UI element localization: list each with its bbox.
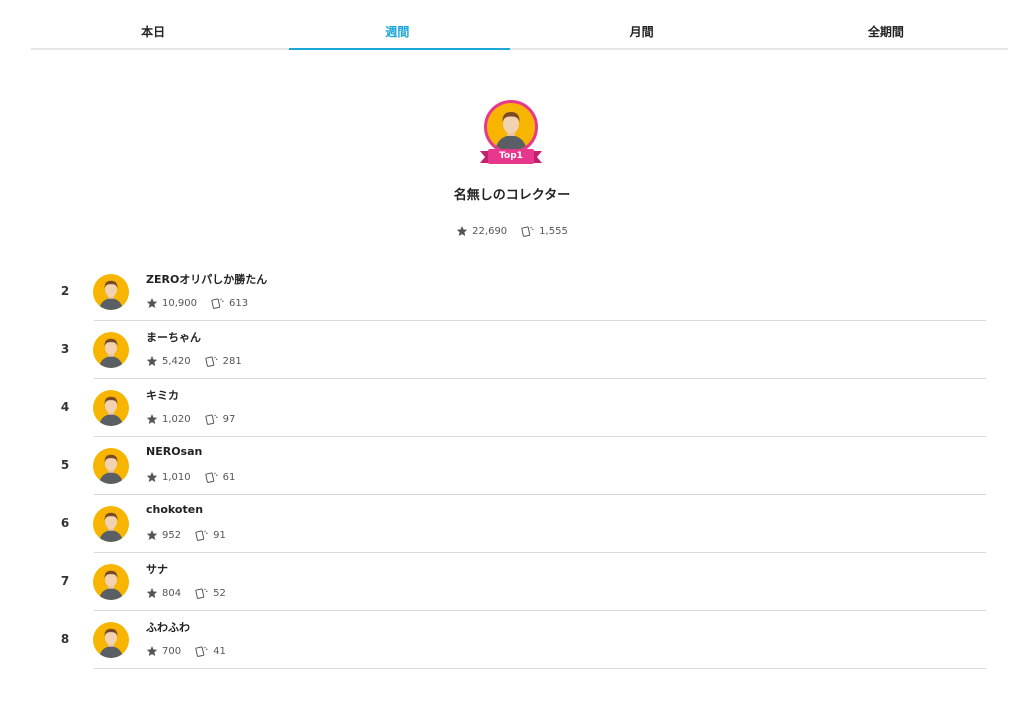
user-stats: 1,010 61 — [146, 471, 235, 483]
star-icon — [146, 588, 158, 598]
user-stats: 10,900 613 — [146, 297, 248, 309]
star-value: 1,010 — [162, 471, 191, 483]
top1-section: Top1 名無しのコレクター 22,690 1,555 — [0, 100, 1024, 237]
top1-stats: 22,690 1,555 — [0, 225, 1024, 237]
star-icon — [146, 356, 158, 366]
avatar-icon[interactable] — [93, 622, 129, 658]
tab-all-time[interactable]: 全期間 — [764, 18, 1008, 48]
rank-number: 5 — [60, 458, 70, 472]
star-count: 5,420 — [146, 355, 191, 367]
tab-today[interactable]: 本日 — [31, 18, 275, 48]
cards-icon — [205, 356, 218, 367]
row-divider — [94, 668, 986, 669]
star-count: 700 — [146, 645, 181, 657]
star-value: 952 — [162, 529, 182, 541]
card-value: 91 — [213, 529, 226, 541]
star-value: 10,900 — [162, 297, 197, 309]
star-value: 1,020 — [162, 413, 191, 425]
star-icon — [146, 646, 158, 656]
star-value: 804 — [162, 587, 182, 599]
avatar-icon[interactable] — [93, 390, 129, 426]
username[interactable]: キミカ — [146, 387, 179, 403]
star-value: 700 — [162, 645, 182, 657]
card-count: 61 — [205, 471, 236, 483]
avatar-icon — [484, 100, 538, 154]
star-count: 1,020 — [146, 413, 191, 425]
card-count: 91 — [195, 529, 226, 541]
rank-number: 6 — [60, 516, 70, 530]
card-count: 281 — [205, 355, 242, 367]
cards-icon — [195, 530, 208, 541]
star-icon — [456, 226, 468, 236]
ranking-row[interactable]: 6 chokoten 952 91 — [55, 495, 986, 553]
username[interactable]: サナ — [146, 561, 168, 577]
cards-icon — [195, 588, 208, 599]
username[interactable]: NEROsan — [146, 445, 202, 458]
rank-number: 3 — [60, 342, 70, 356]
username[interactable]: まーちゃん — [146, 329, 201, 345]
ranking-row[interactable]: 2 ZEROオリパしか勝たん 10,900 613 — [55, 263, 986, 321]
top1-badge-label: Top1 — [499, 151, 523, 161]
top1-card-count: 1,555 — [521, 225, 568, 237]
card-count: 41 — [195, 645, 226, 657]
card-value: 41 — [213, 645, 226, 657]
avatar-icon[interactable] — [93, 564, 129, 600]
rank-number: 7 — [60, 574, 70, 588]
star-icon — [146, 530, 158, 540]
cards-icon — [205, 472, 218, 483]
avatar-icon[interactable] — [93, 506, 129, 542]
username[interactable]: ZEROオリパしか勝たん — [146, 271, 267, 287]
star-icon — [146, 414, 158, 424]
tab-weekly[interactable]: 週間 — [275, 18, 519, 50]
top1-star-count: 22,690 — [456, 225, 507, 237]
card-count: 613 — [211, 297, 248, 309]
card-value: 61 — [222, 471, 236, 483]
avatar-icon[interactable] — [93, 448, 129, 484]
ranking-row[interactable]: 4 キミカ 1,020 97 — [55, 379, 986, 437]
rank-number: 4 — [60, 400, 70, 414]
rank-number: 8 — [60, 632, 70, 646]
star-value: 5,420 — [162, 355, 191, 367]
ranking-row[interactable]: 7 サナ 804 52 — [55, 553, 986, 611]
star-count: 804 — [146, 587, 181, 599]
cards-icon — [521, 226, 534, 237]
star-value: 22,690 — [472, 225, 508, 237]
ranking-row[interactable]: 3 まーちゃん 5,420 281 — [55, 321, 986, 379]
cards-icon — [205, 414, 218, 425]
star-count: 1,010 — [146, 471, 191, 483]
user-stats: 1,020 97 — [146, 413, 235, 425]
avatar-icon[interactable] — [93, 332, 129, 368]
rank-number: 2 — [60, 284, 70, 298]
user-stats: 804 52 — [146, 587, 226, 599]
user-stats: 952 91 — [146, 529, 226, 541]
avatar-icon[interactable] — [93, 274, 129, 310]
star-count: 952 — [146, 529, 181, 541]
username[interactable]: chokoten — [146, 503, 203, 516]
card-count: 97 — [205, 413, 236, 425]
star-icon — [146, 472, 158, 482]
user-stats: 5,420 281 — [146, 355, 242, 367]
card-value: 52 — [213, 587, 226, 599]
user-stats: 700 41 — [146, 645, 226, 657]
card-value: 281 — [222, 355, 242, 367]
top1-avatar-badge[interactable]: Top1 — [472, 100, 552, 170]
card-count: 52 — [195, 587, 226, 599]
top1-username[interactable]: 名無しのコレクター — [0, 184, 1024, 203]
star-count: 10,900 — [146, 297, 197, 309]
star-icon — [146, 298, 158, 308]
tab-monthly[interactable]: 月間 — [520, 18, 764, 48]
card-value: 613 — [229, 297, 249, 309]
card-value: 1,555 — [539, 225, 568, 237]
ranking-row[interactable]: 8 ふわふわ 700 41 — [55, 611, 986, 669]
card-value: 97 — [222, 413, 236, 425]
username[interactable]: ふわふわ — [146, 619, 190, 635]
ranking-row[interactable]: 5 NEROsan 1,010 61 — [55, 437, 986, 495]
cards-icon — [211, 298, 224, 309]
cards-icon — [195, 646, 208, 657]
ranking-list: 2 ZEROオリパしか勝たん 10,900 613 3 まーちゃん 5,420 281 4 キミカ… — [55, 263, 986, 669]
period-tabs: 本日 週間 月間 全期間 — [31, 18, 1008, 50]
